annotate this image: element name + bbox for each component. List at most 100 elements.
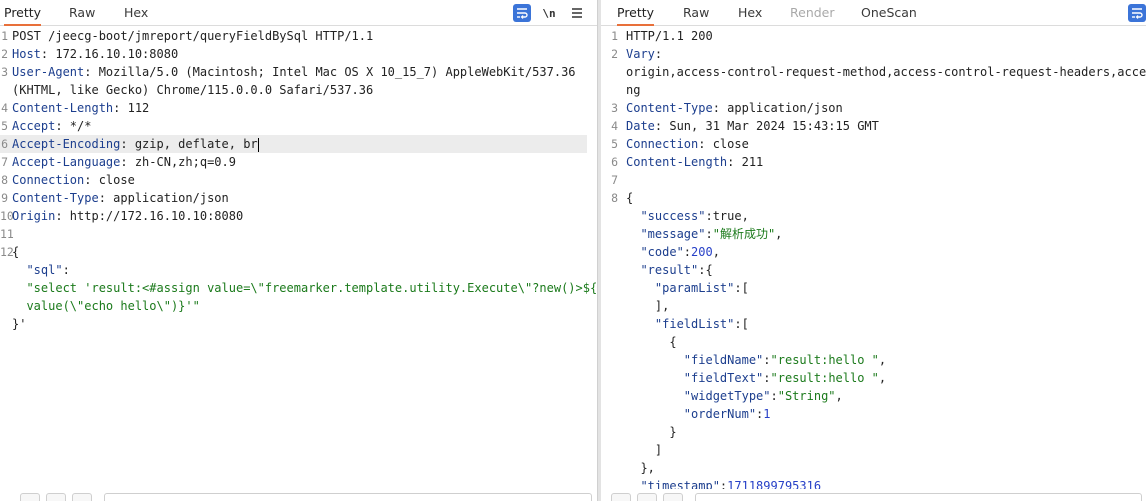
line-code: "success":true, [626,207,748,225]
response-search-input[interactable] [695,493,1142,501]
text-token: ], [626,299,670,313]
code-line: 3 User-Agent: Mozilla/5.0 (Macintosh; Int… [0,63,597,81]
request-tabbar: Pretty Raw Hex \n [0,0,597,26]
line-code: "widgetType":"String", [626,387,843,405]
text-token: : 172.16.10.10:8080 [40,47,179,61]
text-token: : application/json [98,191,229,205]
code-line: 9 Content-Type: application/json [0,189,597,207]
request-tab-raw[interactable]: Raw [69,0,95,26]
json-key-token: Connection [12,173,85,187]
line-number: 9 [1,191,8,205]
text-token: HTTP/1.1 200 [626,29,713,43]
json-key-token: Host [12,47,41,61]
code-line: ng [601,81,1146,99]
response-tabbar: Pretty Raw Hex Render OneScan [601,0,1146,26]
number-token: 1711899795316 [727,479,822,489]
line-code: "paramList":[ [626,279,749,297]
text-token: POST /jeecg-boot/jmreport/queryFieldBySq… [12,29,374,43]
response-back-button[interactable] [637,493,657,501]
code-line: "result":{ [601,261,1146,279]
line-code: { [12,243,19,261]
json-key-token: Connection [626,137,699,151]
json-key-token: Date [626,119,655,133]
json-key-token: "fieldList" [626,317,735,331]
line-number: 6 [611,155,618,169]
line-code: { [626,333,676,351]
code-line: 6 Accept-Encoding: gzip, deflate, br [0,135,587,153]
line-number: 5 [1,119,8,133]
string-token: "select 'result:<#assign value=\"freemar… [12,281,597,295]
line-code: POST /jeecg-boot/jmreport/queryFieldBySq… [12,27,373,45]
json-key-token: "fieldName" [626,353,764,367]
request-tab-hex[interactable]: Hex [124,0,148,26]
json-key-token: "success" [626,209,706,223]
code-line: "fieldText":"result:hello ", [601,369,1146,387]
line-code: Vary: [626,45,662,63]
line-code: Content-Type: application/json [12,189,229,207]
response-tab-pretty[interactable]: Pretty [617,0,655,26]
text-token: : [62,263,70,277]
response-editor[interactable]: 1 HTTP/1.1 200 2 Vary: origin,access-control… [601,27,1146,489]
line-number: 1 [611,29,618,43]
line-code: "fieldText":"result:hello ", [626,369,886,387]
json-key-token: "paramList" [626,281,735,295]
wrap-lines-icon[interactable] [1128,4,1146,22]
text-token: }' [12,317,27,331]
line-code: Accept-Language: zh-CN,zh;q=0.9 [12,153,236,171]
json-key-token: User-Agent [12,65,85,79]
line-number: 7 [1,155,8,169]
code-line: 10 Origin: http://172.16.10.10:8080 [0,207,597,225]
text-token: : zh-CN,zh;q=0.9 [120,155,236,169]
line-code: User-Agent: Mozilla/5.0 (Macintosh; Inte… [12,63,576,81]
line-code: "result":{ [626,261,712,279]
line-code: "timestamp":1711899795316 [626,477,821,489]
request-search-input[interactable] [104,493,592,501]
line-number: 7 [611,173,618,187]
string-token: "解析成功" [712,227,776,241]
line-number: 2 [1,47,8,61]
code-line: value(\"echo hello\")}'" [0,297,597,315]
text-token: ng [626,83,641,97]
text-token: : [763,371,771,385]
response-tab-render: Render [790,5,835,20]
json-key-token: "orderNum" [626,407,757,421]
json-key-token: "fieldText" [626,371,764,385]
code-line: 8{ [601,189,1146,207]
show-newlines-button[interactable]: \n [540,4,558,22]
response-tab-raw[interactable]: Raw [683,0,709,26]
line-code: Connection: close [626,135,749,153]
json-key-token: Content-Length [626,155,728,169]
response-tab-hex[interactable]: Hex [738,0,762,26]
line-code: Date: Sun, 31 Mar 2024 15:43:15 GMT [626,117,879,135]
json-key-token: "sql" [12,263,63,277]
menu-icon[interactable] [568,4,586,22]
text-token: : [770,389,778,403]
string-token: "result:hello " [770,353,879,367]
request-back-button[interactable] [46,493,66,501]
request-editor[interactable]: 1 POST /jeecg-boot/jmreport/queryFieldByS… [0,27,597,489]
response-pane: Pretty Raw Hex Render OneScan 1 HTTP/1.1 … [601,0,1146,501]
json-key-token: "message" [626,227,706,241]
text-cursor [257,137,259,152]
response-forward-button[interactable] [663,493,683,501]
response-settings-button[interactable] [611,493,631,501]
text-token: : http://172.16.10.10:8080 [55,209,244,223]
text-token: : [654,47,663,61]
code-line: "orderNum":1 [601,405,1146,423]
text-token: } [626,425,677,439]
request-forward-button[interactable] [72,493,92,501]
code-line: 5 Connection: close [601,135,1146,153]
line-code: HTTP/1.1 200 [626,27,713,45]
line-number: 4 [1,101,8,115]
number-token: 200 [691,245,713,259]
wrap-lines-icon[interactable] [513,4,531,22]
line-number: 8 [1,173,8,187]
request-tab-pretty[interactable]: Pretty [4,0,42,26]
line-code: Connection: close [12,171,135,189]
request-settings-button[interactable] [20,493,40,501]
line-code: ng [626,81,640,99]
line-code: Content-Length: 211 [626,153,763,171]
text-token: : close [84,173,135,187]
response-tab-onescan[interactable]: OneScan [861,0,917,26]
code-line: "fieldList":[ [601,315,1146,333]
